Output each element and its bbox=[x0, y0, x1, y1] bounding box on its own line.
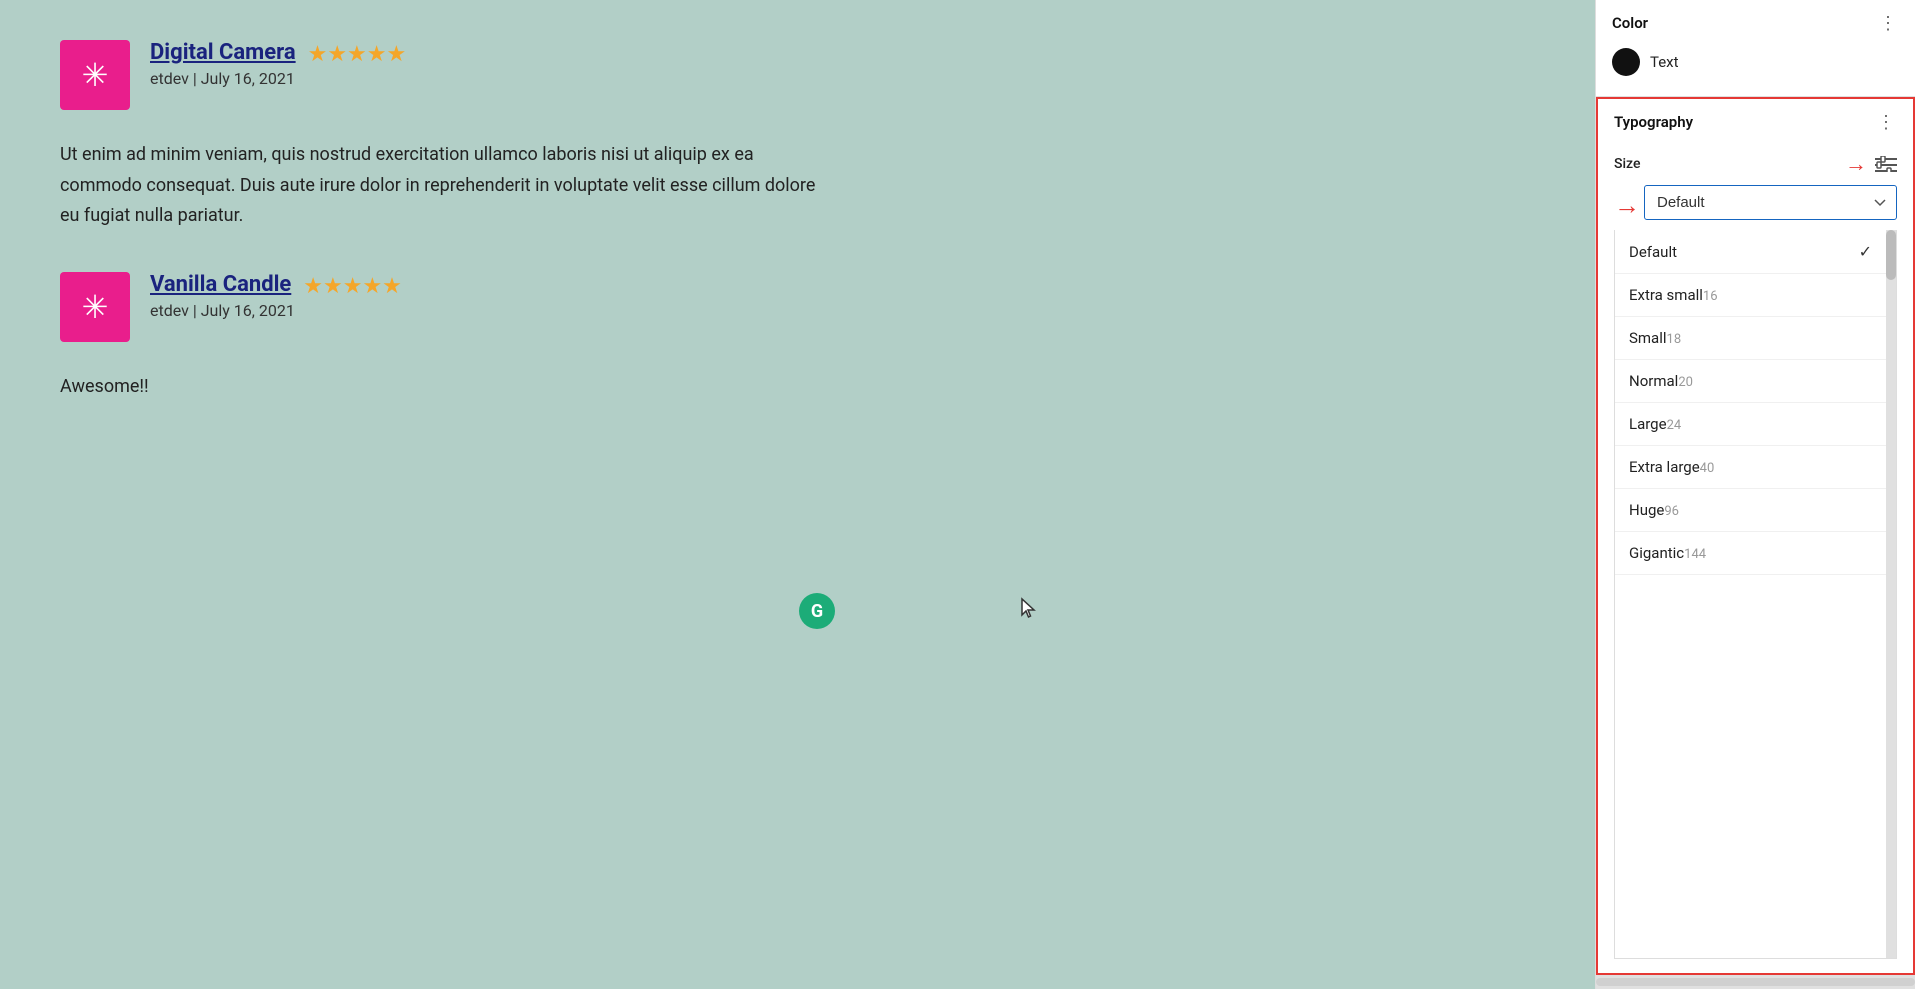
item-label-extra-large: Extra large40 bbox=[1629, 458, 1714, 476]
red-arrow-right-icon: → bbox=[1845, 151, 1867, 177]
item-label-small: Small18 bbox=[1629, 329, 1681, 347]
color-row-text: Text bbox=[1612, 42, 1899, 82]
sliders-icon bbox=[1875, 156, 1897, 172]
typography-section-title: Typography bbox=[1614, 113, 1693, 131]
color-more-button[interactable]: ⋮ bbox=[1877, 14, 1899, 32]
color-section-title: Color bbox=[1612, 14, 1648, 32]
review-avatar-2: ✳ bbox=[60, 272, 130, 342]
review-stars-2: ★★★★★ bbox=[303, 274, 402, 299]
color-section: Color ⋮ Text bbox=[1596, 0, 1915, 97]
review-meta-2: Vanilla Candle ★★★★★ etdev | July 16, 20… bbox=[150, 272, 402, 320]
checkmark-icon: ✓ bbox=[1859, 242, 1872, 261]
dropdown-item-large[interactable]: Large24 bbox=[1615, 403, 1886, 446]
red-arrow-left-icon: → bbox=[1614, 190, 1640, 221]
review-title-1: Digital Camera bbox=[150, 40, 296, 65]
review-item-2: ✳ Vanilla Candle ★★★★★ etdev | July 16, … bbox=[60, 272, 1535, 342]
scrollbar-thumb bbox=[1886, 230, 1896, 280]
item-label-extra-small: Extra small16 bbox=[1629, 286, 1718, 304]
size-row: Size → bbox=[1614, 151, 1897, 177]
dropdown-item-extra-large[interactable]: Extra large40 bbox=[1615, 446, 1886, 489]
right-panel: Color ⋮ Text Typography ⋮ Size → bbox=[1595, 0, 1915, 989]
review-meta-1: Digital Camera ★★★★★ etdev | July 16, 20… bbox=[150, 40, 406, 88]
review-stars-1: ★★★★★ bbox=[308, 42, 407, 67]
size-control-icons: → bbox=[1845, 151, 1897, 177]
typography-more-button[interactable]: ⋮ bbox=[1875, 113, 1897, 131]
review-item: ✳ Digital Camera ★★★★★ etdev | July 16, … bbox=[60, 40, 1535, 110]
item-label-default: Default bbox=[1629, 243, 1677, 261]
list-scrollbar[interactable] bbox=[1886, 230, 1896, 958]
dropdown-item-gigantic[interactable]: Gigantic144 bbox=[1615, 532, 1886, 575]
review-title-2: Vanilla Candle bbox=[150, 272, 291, 297]
review-author-1: etdev | July 16, 2021 bbox=[150, 69, 406, 88]
avatar-star-icon-2: ✳ bbox=[82, 288, 109, 326]
review-avatar-1: ✳ bbox=[60, 40, 130, 110]
bottom-scrollbar[interactable] bbox=[1596, 975, 1915, 989]
dropdown-row: → Default Extra small 16 Small 18 Normal… bbox=[1614, 185, 1897, 226]
review-title-row-2: Vanilla Candle ★★★★★ bbox=[150, 272, 402, 301]
item-label-huge: Huge96 bbox=[1629, 501, 1679, 519]
dropdown-item-default[interactable]: Default ✓ bbox=[1615, 230, 1886, 274]
review-author-2: etdev | July 16, 2021 bbox=[150, 301, 402, 320]
main-content: ✳ Digital Camera ★★★★★ etdev | July 16, … bbox=[0, 0, 1595, 989]
color-dot-text bbox=[1612, 48, 1640, 76]
item-label-large: Large24 bbox=[1629, 415, 1681, 433]
dropdown-item-normal[interactable]: Normal20 bbox=[1615, 360, 1886, 403]
dropdown-list-content: Default ✓ Extra small16 Small18 Normal20 bbox=[1615, 230, 1886, 958]
item-label-gigantic: Gigantic144 bbox=[1629, 544, 1706, 562]
review-body-2: Awesome!! bbox=[60, 372, 820, 403]
color-section-header: Color ⋮ bbox=[1612, 14, 1899, 32]
review-body-1: Ut enim ad minim veniam, quis nostrud ex… bbox=[60, 140, 820, 232]
size-label: Size bbox=[1614, 156, 1640, 172]
dropdown-item-extra-small[interactable]: Extra small16 bbox=[1615, 274, 1886, 317]
item-label-normal: Normal20 bbox=[1629, 372, 1693, 390]
dropdown-item-huge[interactable]: Huge96 bbox=[1615, 489, 1886, 532]
dropdown-open-list: Default ✓ Extra small16 Small18 Normal20 bbox=[1614, 230, 1897, 959]
typography-section-header: Typography ⋮ bbox=[1614, 113, 1897, 131]
cursor-icon bbox=[1020, 597, 1038, 619]
bottom-scrollbar-track bbox=[1596, 978, 1915, 986]
grammarly-icon: G bbox=[799, 593, 835, 629]
size-dropdown[interactable]: Default Extra small 16 Small 18 Normal 2… bbox=[1644, 185, 1897, 220]
typography-section: Typography ⋮ Size → → bbox=[1596, 97, 1915, 975]
avatar-star-icon: ✳ bbox=[82, 56, 109, 94]
review-title-row-1: Digital Camera ★★★★★ bbox=[150, 40, 406, 69]
dropdown-item-small[interactable]: Small18 bbox=[1615, 317, 1886, 360]
color-label-text: Text bbox=[1650, 53, 1679, 71]
